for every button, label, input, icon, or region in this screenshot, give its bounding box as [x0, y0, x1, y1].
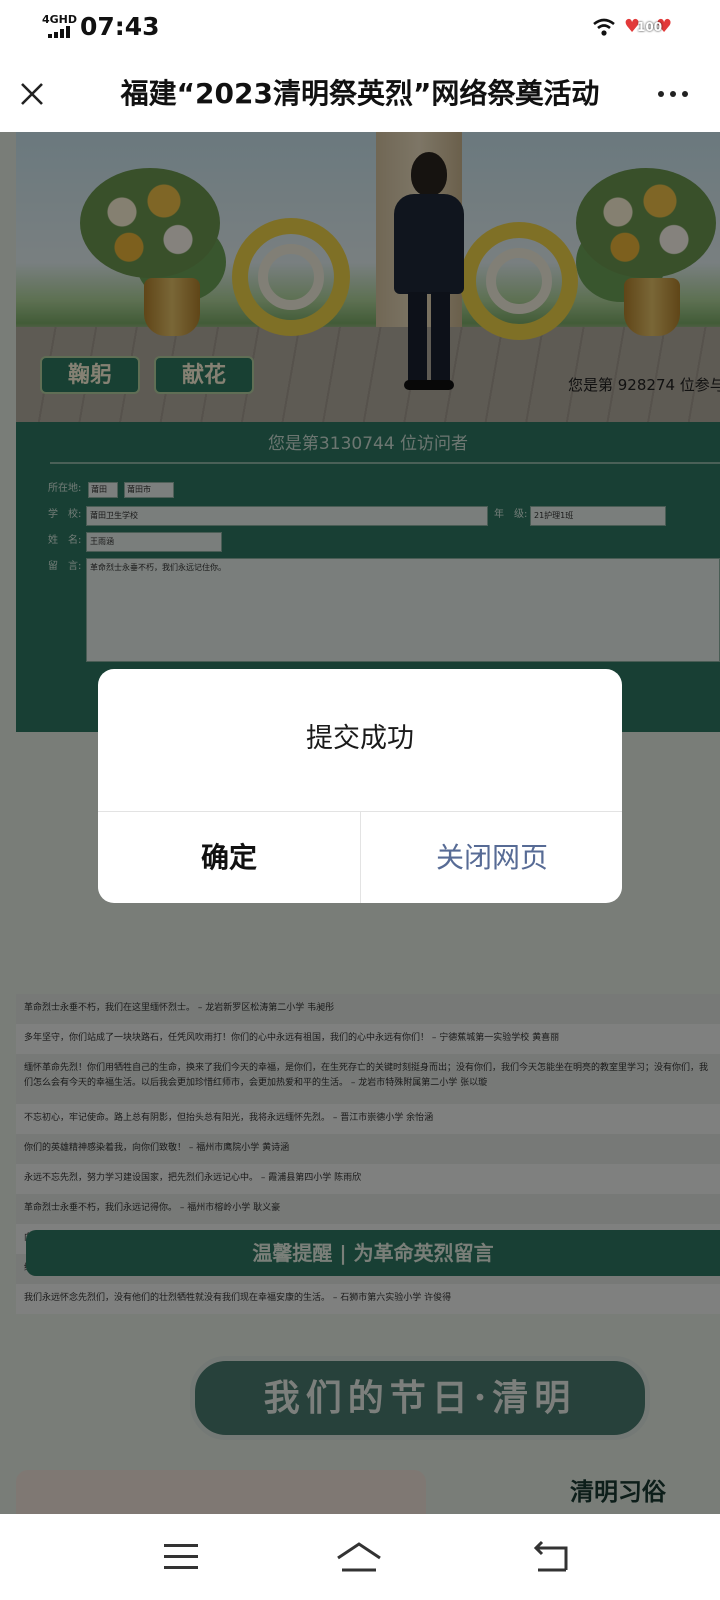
battery-level: 100 [637, 20, 663, 34]
back-icon[interactable] [530, 1540, 570, 1574]
status-time: 07:43 [80, 12, 160, 41]
network-type: 4GHD [42, 13, 78, 26]
more-icon[interactable] [656, 86, 690, 100]
signal-icon [48, 26, 74, 38]
home-icon[interactable] [334, 1540, 384, 1574]
dialog-message: 提交成功 [306, 723, 414, 754]
battery-heart-icon: ♥ ♥ 100 [624, 16, 673, 37]
system-nav-bar [0, 1514, 720, 1600]
close-icon[interactable] [18, 80, 46, 108]
title-bar: 福建“2023清明祭英烈”网络祭奠活动 [0, 56, 720, 132]
submit-success-dialog: 提交成功 确定 关闭网页 [98, 669, 622, 903]
menu-icon[interactable] [164, 1544, 198, 1570]
wifi-icon [593, 18, 615, 36]
page-title: 福建“2023清明祭英烈”网络祭奠活动 [120, 77, 600, 110]
status-bar: 4GHD 07:43 ♥ ♥ 100 [0, 0, 720, 56]
confirm-button[interactable]: 确定 [98, 812, 360, 903]
close-page-button[interactable]: 关闭网页 [361, 812, 622, 903]
